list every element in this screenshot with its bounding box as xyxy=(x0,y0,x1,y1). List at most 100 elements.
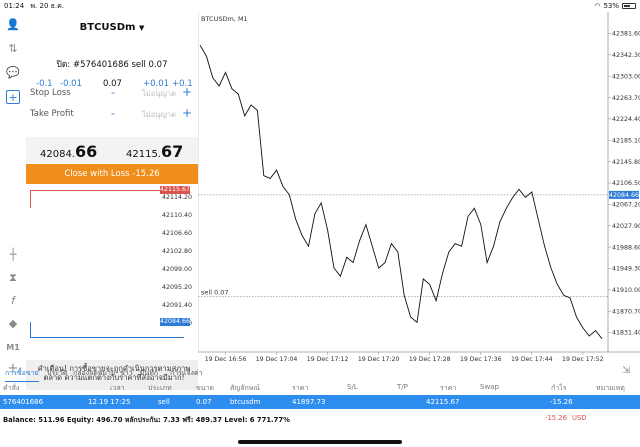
y-tick-label: 42145.80 xyxy=(612,159,640,166)
row-type: sell xyxy=(158,398,170,406)
bid-line xyxy=(30,337,184,338)
y-tick-label: 42106.50 xyxy=(612,180,640,187)
order-line-label: sell 0.07 xyxy=(201,288,229,296)
candlestick-icon[interactable]: ⧗ xyxy=(6,271,20,285)
crosshair-icon[interactable]: ┼ xyxy=(6,248,20,262)
bid-line-edge xyxy=(30,322,31,337)
home-indicator xyxy=(238,440,402,444)
take-profit-minus-button[interactable]: - xyxy=(111,107,115,120)
y-tick-label: 42303.00 xyxy=(612,73,640,80)
ask-big-digits: 67 xyxy=(161,142,184,161)
close-with-loss-button[interactable]: Close with Loss -15.26 xyxy=(26,164,198,184)
quote-bar: 42084.66 42115.67 xyxy=(26,137,198,163)
y-tick-label: 41988.60 xyxy=(612,244,640,251)
row-profit: -15.26 xyxy=(550,398,573,406)
bottom-tabs: การซื้อขาย ประวัติ กล่องจดหมาย ข่าว บันท… xyxy=(0,364,640,382)
status-date: พ. 20 ธ.ค. xyxy=(30,1,65,10)
status-right: ◠ 53% xyxy=(594,2,636,10)
y-tick-label: 42263.70 xyxy=(612,95,640,102)
row-symbol: btcusdm xyxy=(230,398,261,406)
timeframe-m1-icon[interactable]: M1 xyxy=(6,341,20,355)
balance-bar: Balance: 511.96 Equity: 496.70 หลักประกั… xyxy=(0,412,640,424)
y-tick-label: 42067.20 xyxy=(612,202,640,209)
y-tick-label: 42224.40 xyxy=(612,116,640,123)
chat-icon[interactable]: 💬 xyxy=(6,66,20,80)
stop-loss-minus-button[interactable]: - xyxy=(111,86,115,99)
col-time: เวลา xyxy=(110,384,125,392)
status-bar: 01:24 พ. 20 ธ.ค. ◠ 53% xyxy=(0,0,640,12)
x-tick-label: 19 Dec 17:12 xyxy=(307,356,349,363)
current-price-text: 42084.66 xyxy=(609,192,639,199)
tab-journal[interactable]: บันทึก xyxy=(140,368,158,379)
new-order-icon[interactable]: + xyxy=(6,90,20,104)
price-series-line xyxy=(199,44,603,339)
ladder-tick-label: 42106.60 xyxy=(162,230,193,237)
status-time: 01:24 xyxy=(4,1,25,10)
col-swap: Swap xyxy=(480,383,499,391)
take-profit-label: Take Profit xyxy=(30,109,74,119)
row-price2: 42115.67 xyxy=(426,398,460,406)
stop-loss-label: Stop Loss xyxy=(30,88,71,98)
ask-price: 42115.67 xyxy=(126,142,183,161)
stop-loss-plus-button[interactable]: + xyxy=(182,85,192,99)
balance-profit: -15.26 xyxy=(545,414,567,422)
col-profit: กำไร xyxy=(551,384,567,392)
bid-price: 42084.66 xyxy=(40,142,97,161)
bid-prefix: 42084. xyxy=(40,149,75,160)
app-root: 01:24 พ. 20 ธ.ค. ◠ 53% 👤 ⇅ 💬 + ┼ ⧗ f ◆ M… xyxy=(0,0,640,447)
price-chart[interactable]: BTCUSDm, M1 sell 0.07 42381.60 42342.30 42… xyxy=(198,12,640,364)
chart-title: BTCUSDm, M1 xyxy=(201,15,248,23)
tab-alerts[interactable]: การแจ้งค่า xyxy=(170,368,203,379)
y-tick-label: 41949.30 xyxy=(612,266,640,273)
table-row[interactable]: 576401686 12.19 17:25 sell 0.07 btcusdm … xyxy=(0,395,640,409)
take-profit-plus-button[interactable]: + xyxy=(182,106,192,120)
col-size: ขนาด xyxy=(196,384,215,392)
y-tick-label: 41870.70 xyxy=(612,308,640,315)
row-size: 0.07 xyxy=(196,398,212,406)
order-panel: BTCUSDm ▼ ปิด: #576401686 sell 0.07 -0.1… xyxy=(26,12,198,392)
y-tick-label: 42342.30 xyxy=(612,52,640,59)
stop-loss-input[interactable]: ไม่อนุญาต xyxy=(142,88,176,100)
row-order: 576401686 xyxy=(3,398,44,406)
quotes-icon[interactable]: 👤 xyxy=(6,18,20,32)
trade-arrows-icon[interactable]: ⇅ xyxy=(6,42,20,56)
tab-news[interactable]: ข่าว xyxy=(120,368,133,379)
ladder-tick-label: 42110.40 xyxy=(162,212,193,219)
indicator-icon[interactable]: f xyxy=(6,294,20,308)
x-tick-label: 19 Dec 17:36 xyxy=(460,356,502,363)
wifi-icon: ◠ xyxy=(594,2,601,10)
x-tick-label: 19 Dec 16:56 xyxy=(205,356,247,363)
ask-tag: 42115.67 xyxy=(160,186,191,194)
x-tick-label: 19 Dec 17:44 xyxy=(511,356,553,363)
ladder-tick-label: 42102.80 xyxy=(162,248,193,255)
tab-history[interactable]: ประวัติ xyxy=(47,368,67,379)
col-tp: T/P xyxy=(397,383,408,391)
take-profit-input[interactable]: ไม่อนุญาต xyxy=(142,109,176,121)
y-tick-label: 41910.00 xyxy=(612,287,640,294)
ladder-tick-label: 42095.20 xyxy=(162,284,193,291)
take-profit-row: Take Profit - ไม่อนุญาต + xyxy=(26,106,198,123)
symbol-selector[interactable]: BTCUSDm ▼ xyxy=(26,22,198,33)
x-tick-label: 19 Dec 17:52 xyxy=(562,356,604,363)
export-icon[interactable]: ⇲ xyxy=(622,365,630,376)
col-price: ราคา xyxy=(292,384,309,392)
y-tick-label: 41831.40 xyxy=(612,330,640,337)
symbol-name: BTCUSDm xyxy=(79,22,136,33)
ladder-tick-label: 42091.40 xyxy=(162,302,193,309)
chevron-down-icon: ▼ xyxy=(138,24,145,32)
x-tick-label: 19 Dec 17:28 xyxy=(409,356,451,363)
battery-percent: 53% xyxy=(603,2,619,10)
col-sl: S/L xyxy=(347,383,358,391)
stop-loss-row: Stop Loss - ไม่อนุญาต + xyxy=(26,85,198,102)
table-header: คำสั่ง เวลา ประเภท ขนาด สัญลักษณ์ ราคา S… xyxy=(0,380,640,394)
col-type: ประเภท xyxy=(148,384,172,392)
y-tick-label: 42381.60 xyxy=(612,31,640,38)
objects-icon[interactable]: ◆ xyxy=(6,317,20,331)
left-toolbar: 👤 ⇅ 💬 + ┼ ⧗ f ◆ M1 + xyxy=(0,12,26,392)
row-price: 41897.73 xyxy=(292,398,326,406)
balance-currency: USD xyxy=(572,414,587,422)
tab-mailbox[interactable]: กล่องจดหมาย xyxy=(73,368,115,379)
col-order: คำสั่ง xyxy=(3,384,20,392)
x-tick-label: 19 Dec 17:04 xyxy=(256,356,298,363)
y-tick-label: 42185.10 xyxy=(612,137,640,144)
